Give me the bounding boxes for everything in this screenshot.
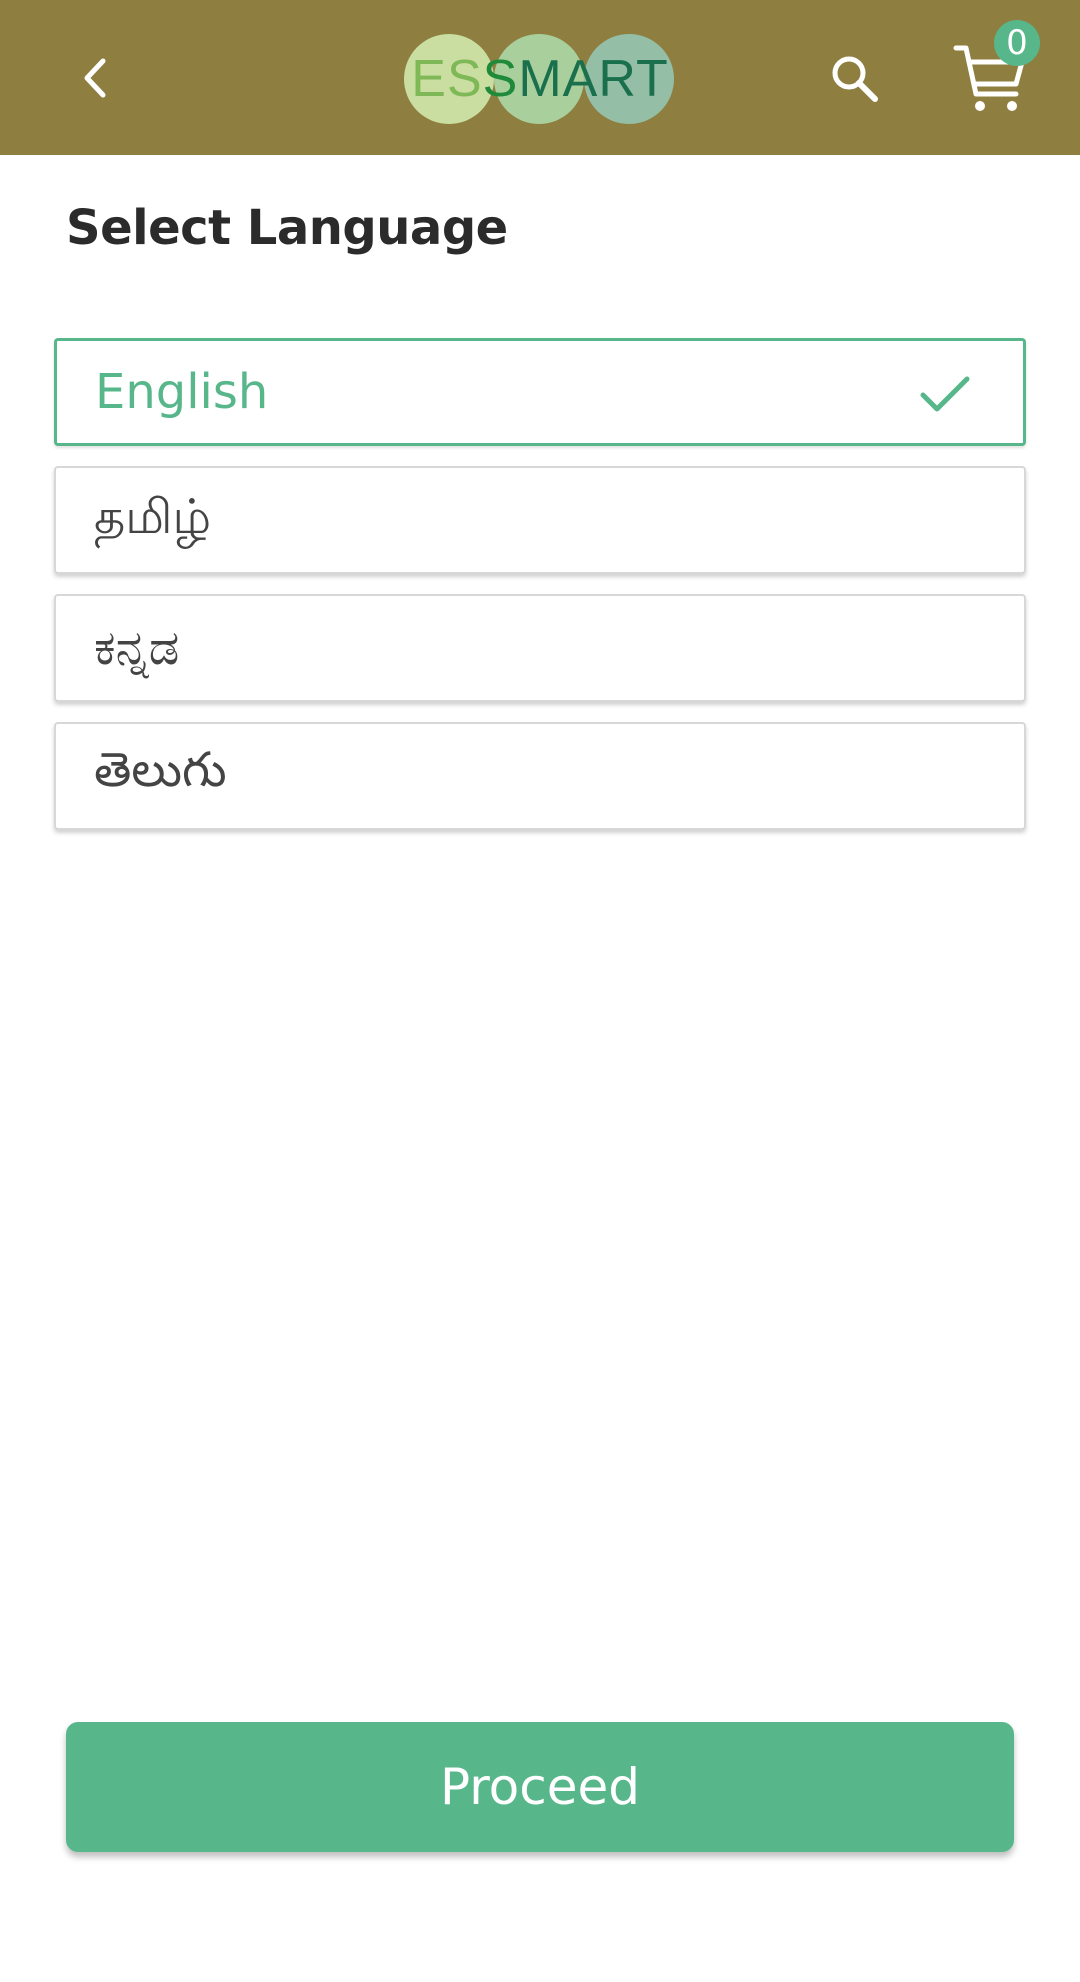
page-title: Select Language	[66, 200, 508, 256]
search-button[interactable]	[820, 44, 890, 114]
logo-text-part: MART	[518, 50, 669, 108]
essmart-logo: ES S MART	[402, 34, 678, 124]
language-label: தமிழ்	[94, 489, 212, 545]
language-option-english[interactable]: English	[54, 338, 1026, 446]
language-label: English	[95, 364, 269, 420]
language-option-tamil[interactable]: தமிழ்	[54, 466, 1026, 574]
back-button[interactable]	[60, 40, 130, 116]
chevron-left-icon	[84, 58, 106, 98]
search-icon	[832, 56, 878, 102]
logo-text-part: S	[482, 50, 519, 108]
language-list: English தமிழ் ಕನ್ನಡ తెలుగు	[54, 338, 1026, 850]
language-label: తెలుగు	[94, 742, 227, 798]
proceed-button[interactable]: Proceed	[66, 1722, 1014, 1852]
app-header: ES S MART 0	[0, 0, 1080, 155]
logo-text: ES S MART	[402, 34, 678, 124]
logo-text-part: ES	[411, 50, 483, 108]
cart-count-badge: 0	[994, 20, 1040, 66]
language-option-telugu[interactable]: తెలుగు	[54, 722, 1026, 830]
check-icon	[920, 376, 970, 412]
language-label: ಕನ್ನಡ	[94, 619, 180, 676]
language-option-kannada[interactable]: ಕನ್ನಡ	[54, 594, 1026, 702]
app-screen: ES S MART 0 Select Language English தமிழ…	[0, 0, 1080, 1982]
